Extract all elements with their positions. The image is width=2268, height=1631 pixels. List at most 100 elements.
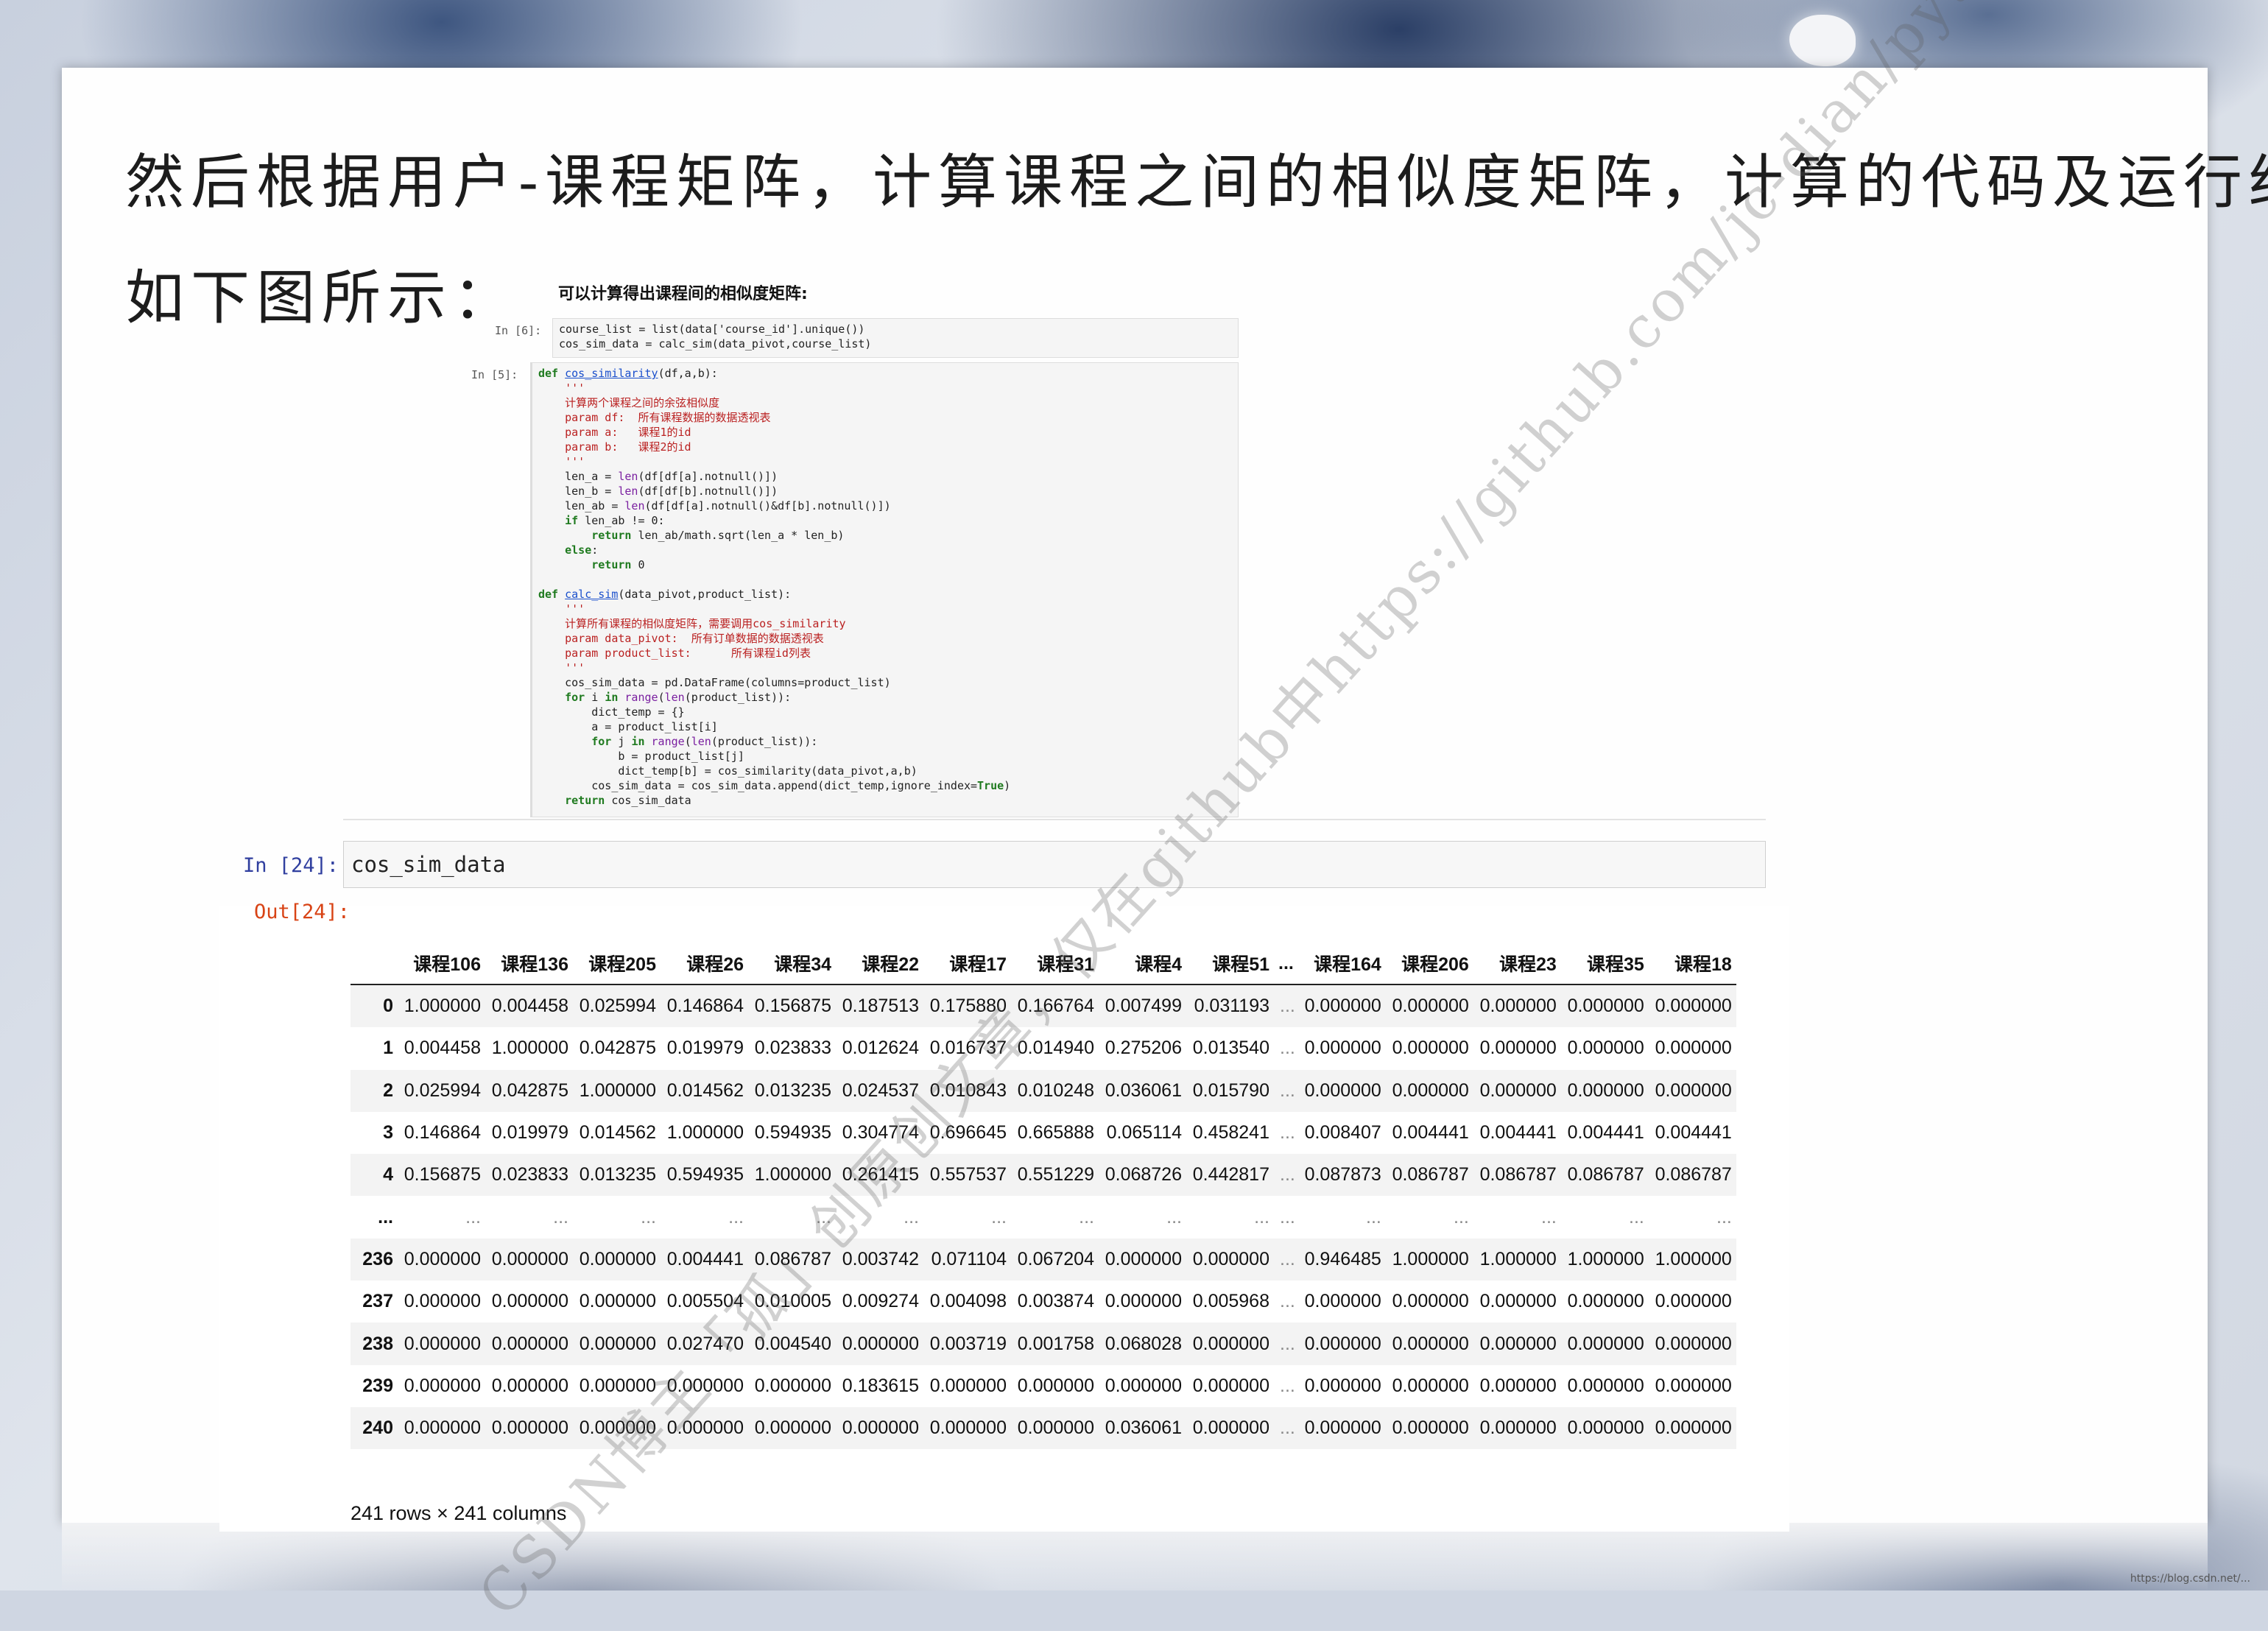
table-cell: 0.000000 (1655, 1291, 1732, 1312)
table-cell: 0.004441 (1655, 1122, 1732, 1144)
table-cell: ... (1280, 1079, 1295, 1101)
table-cell: 0.000000 (929, 1417, 1007, 1439)
table-cell: 0.000000 (1304, 1375, 1381, 1396)
table-cell: 0.000000 (1655, 1333, 1732, 1354)
table-cell: 0.023833 (491, 1164, 568, 1186)
table-cell: 0.014562 (666, 1079, 744, 1101)
code-line: course_list = list(data['course_id'].uni… (559, 323, 865, 336)
table-cell: 0.000000 (579, 1248, 656, 1269)
table-cell: 0.000000 (491, 1417, 568, 1439)
table-cell: 0.946485 (1304, 1248, 1381, 1269)
table-cell: 0.086787 (1392, 1164, 1469, 1186)
table-cell: 0.000000 (1479, 1038, 1557, 1059)
table-cell: 0.551229 (1017, 1164, 1094, 1186)
table-cell: 0.007499 (1105, 996, 1182, 1017)
table-cell: 0.003874 (1017, 1291, 1094, 1312)
cell-prompt-5: In [5]: (471, 368, 518, 381)
table-cell: ... (1280, 1122, 1295, 1144)
table-cell: 0.594935 (666, 1164, 744, 1186)
table-cell: 0.000000 (1392, 1333, 1469, 1354)
row-index: 239 (362, 1375, 393, 1396)
cell-divider (343, 819, 1766, 820)
table-cell: ... (1166, 1206, 1182, 1227)
code-cell-5: def cos_similarity(df,a,b): ''' 计算两个课程之间… (530, 362, 1239, 817)
table-cell: 0.086787 (1567, 1164, 1644, 1186)
table-cell: 0.000000 (1105, 1291, 1182, 1312)
table-cell: 1.000000 (491, 1038, 568, 1059)
table-cell: 0.000000 (842, 1417, 919, 1439)
table-cell: 0.025994 (404, 1079, 481, 1101)
table-cell: 0.004441 (1479, 1122, 1557, 1144)
table-cell: 0.000000 (1192, 1417, 1269, 1439)
table-cell: 0.000000 (1304, 1333, 1381, 1354)
slide-heading-line1: 然后根据用户-课程矩阵，计算课程之间的相似度矩阵，计算的代码及运行结果 (125, 148, 2268, 216)
table-cell: 0.015790 (1192, 1079, 1269, 1101)
table-cell: ... (1254, 1206, 1269, 1227)
table-cell: 0.000000 (1304, 1079, 1381, 1101)
table-cell: 0.000000 (404, 1248, 481, 1269)
table-cell: 0.004441 (1392, 1122, 1469, 1144)
code-line: cos_sim_data = calc_sim(data_pivot,cours… (559, 337, 872, 350)
index-header (351, 943, 398, 984)
table-cell: 0.019979 (666, 1038, 744, 1059)
table-cell: 0.000000 (1567, 1038, 1644, 1059)
table-cell: 0.000000 (1567, 1375, 1644, 1396)
table-cell: ... (1280, 1038, 1295, 1059)
table-cell: 0.000000 (1479, 1417, 1557, 1439)
table-cell: 0.000000 (1567, 1291, 1644, 1312)
slide-heading-line2: 如下图所示： (125, 264, 518, 332)
row-index: 236 (362, 1248, 393, 1269)
column-header: 课程106 (413, 954, 481, 975)
table-cell: 0.036061 (1105, 1417, 1182, 1439)
table-cell: 0.000000 (404, 1375, 481, 1396)
table-cell: 0.005968 (1192, 1291, 1269, 1312)
table-cell: ... (553, 1206, 568, 1227)
column-header: 课程18 (1674, 954, 1732, 975)
table-cell: 1.000000 (1567, 1248, 1644, 1269)
table-cell: 0.010248 (1017, 1079, 1094, 1101)
table-cell: 0.000000 (1392, 1291, 1469, 1312)
column-header: 课程26 (686, 954, 744, 975)
table-cell: 0.042875 (491, 1079, 568, 1101)
row-index: ... (378, 1206, 393, 1227)
table-cell: 0.000000 (1192, 1248, 1269, 1269)
table-cell: ... (1280, 1333, 1295, 1354)
code-input-cell[interactable]: cos_sim_data (343, 841, 1766, 888)
table-cell: 1.000000 (1479, 1248, 1557, 1269)
column-header: 课程23 (1499, 954, 1557, 975)
table-row: ........................................… (351, 1196, 1736, 1238)
table-row: 3 0.146864 0.019979 0.014562 1.000000 0.59493… (351, 1112, 1736, 1154)
table-cell: 0.000000 (1655, 1038, 1732, 1059)
row-index: 238 (362, 1333, 393, 1354)
table-cell: 0.000000 (1567, 996, 1644, 1017)
table-cell: 0.000000 (1017, 1375, 1094, 1396)
table-cell: 0.019979 (491, 1122, 568, 1144)
table-cell: 0.004458 (404, 1038, 481, 1059)
table-cell: 0.458241 (1192, 1122, 1269, 1144)
table-cell: 0.156875 (404, 1164, 481, 1186)
table-cell: 0.000000 (579, 1291, 656, 1312)
table-cell: 0.000000 (1479, 1375, 1557, 1396)
table-cell: 0.000000 (1392, 1417, 1469, 1439)
table-cell: 0.000000 (1392, 1079, 1469, 1101)
table-cell: 0.012624 (842, 1038, 919, 1059)
table-cell: 0.071104 (931, 1248, 1007, 1269)
table-cell: 0.000000 (1655, 1417, 1732, 1439)
table-cell: 0.000000 (1479, 1291, 1557, 1312)
table-cell: 0.008407 (1304, 1122, 1381, 1144)
row-index: 2 (383, 1079, 393, 1101)
table-cell: ... (1280, 1417, 1295, 1439)
table-row: 240 0.000000 0.000000 0.000000 0.000000 0.000… (351, 1406, 1736, 1450)
output-prompt: Out[24]: (254, 901, 351, 923)
column-header: 课程34 (774, 954, 831, 975)
table-row: 236 0.000000 0.000000 0.000000 0.004441 0.086… (351, 1238, 1736, 1281)
column-header: 课程206 (1401, 954, 1469, 975)
column-header: 课程22 (862, 954, 919, 975)
source-credit: https://blog.csdn.net/... (2130, 1573, 2250, 1585)
row-index: 237 (362, 1291, 393, 1312)
table-cell: 0.000000 (1567, 1079, 1644, 1101)
table-cell: 0.067204 (1017, 1248, 1094, 1269)
table-cell: 0.000000 (1392, 1375, 1469, 1396)
table-cell: 0.004098 (929, 1291, 1007, 1312)
table-cell: 0.000000 (1304, 1417, 1381, 1439)
